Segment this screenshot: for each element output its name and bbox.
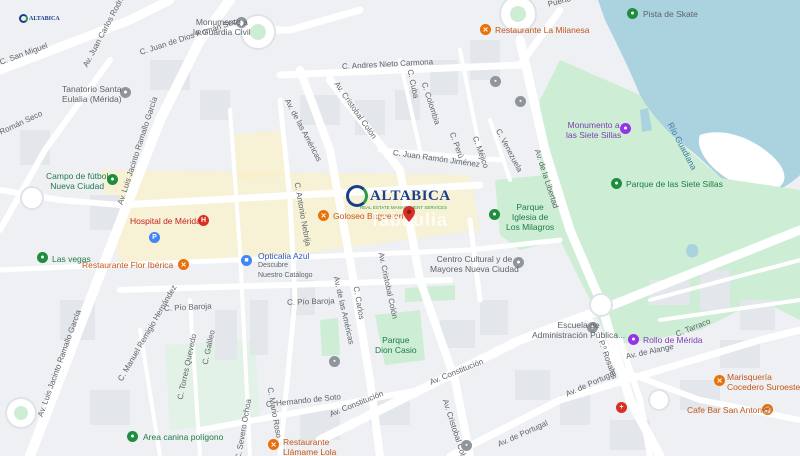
poi-opticalia-azul[interactable]: Opticalia Azul Descubre Nuestro Catálogo: [258, 251, 312, 281]
poi-restaurante-flor-iberica[interactable]: Restaurante Flor Ibérica: [82, 260, 173, 270]
brand-logo-small: ALTABICA: [19, 14, 60, 23]
poi-hospital-merida[interactable]: Hospital de Mérida: [130, 216, 201, 226]
park-icon[interactable]: ●: [127, 431, 138, 442]
map-canvas[interactable]: ALTABICA Río Guadiana C. Andres Nieto Ca…: [0, 0, 800, 456]
bus-stop-icon[interactable]: ▪: [461, 440, 472, 451]
street-label: C. Pío Baroja: [286, 296, 335, 307]
poi-tanatorio[interactable]: Tanatorio Santa Eulalia (Mérida): [62, 84, 122, 104]
poi-restaurante-la-milanesa[interactable]: Restaurante La Milanesa: [495, 25, 590, 35]
monument-icon[interactable]: ●: [620, 123, 631, 134]
poi-rollo-de-merida[interactable]: Rollo de Mérida: [643, 335, 703, 345]
poi-parque-iglesia-milagros[interactable]: Parque Iglesia de Los Milagros: [506, 202, 554, 232]
bus-stop-icon[interactable]: ▪: [515, 96, 526, 107]
park-icon[interactable]: ●: [627, 8, 638, 19]
poi-restaurante-llamame-lola[interactable]: Restaurante Llámame Lola: [283, 437, 336, 456]
sports-icon[interactable]: ●: [107, 174, 118, 185]
park-icon[interactable]: ●: [611, 178, 622, 189]
park-icon[interactable]: ●: [37, 252, 48, 263]
brand-name: ALTABICA: [370, 187, 451, 204]
location-pin-icon[interactable]: [403, 206, 415, 222]
restaurant-icon[interactable]: ✕: [268, 439, 279, 450]
poi-escuela-administracion[interactable]: Escuela de Administración Pública...: [532, 320, 625, 340]
poi-cafe-bar-san-antonio[interactable]: Cafe Bar San Antonio: [687, 405, 769, 415]
restaurant-icon[interactable]: ✕: [178, 259, 189, 270]
poi-monumento-guardia-civil[interactable]: Monumento a la Guardia Civil: [193, 17, 251, 37]
bus-stop-icon[interactable]: ▪: [490, 76, 501, 87]
poi-pista-de-skate[interactable]: Pista de Skate: [643, 9, 698, 19]
bus-stop-icon[interactable]: ▪: [329, 356, 340, 367]
restaurant-icon[interactable]: ✕: [318, 210, 329, 221]
poi-parque-siete-sillas[interactable]: Parque de las Siete Sillas: [626, 179, 723, 189]
monument-icon[interactable]: ●: [628, 334, 639, 345]
poi-marisqueria[interactable]: Marisquería Cocedero Suroeste: [727, 372, 800, 392]
poi-campo-futbol[interactable]: Campo de fútbol Nueva Ciudad: [46, 171, 108, 191]
logo-mark-icon: [346, 185, 368, 207]
restaurant-icon[interactable]: ✕: [480, 24, 491, 35]
shop-icon[interactable]: ■: [241, 255, 252, 266]
brand-name-small: ALTABICA: [29, 15, 60, 22]
poi-parque-dion-casio[interactable]: Parque Dion Casio: [375, 335, 417, 355]
pharmacy-icon[interactable]: +: [616, 402, 627, 413]
poi-monumento-siete-sillas[interactable]: Monumento a las Siete Sillas: [566, 120, 621, 140]
restaurant-icon[interactable]: ✕: [714, 375, 725, 386]
poi-area-canina[interactable]: Area canina polígono: [143, 432, 223, 442]
park-icon[interactable]: ●: [489, 209, 500, 220]
brand-logo: ALTABICA REAL ESTATE MANAGEMENT SERVICES: [346, 185, 451, 210]
parking-icon[interactable]: P: [149, 232, 160, 243]
logo-mark-icon: [19, 14, 28, 23]
poi-centro-cultural[interactable]: Centro Cultural y de Mayores Nueva Ciuda…: [430, 254, 519, 274]
